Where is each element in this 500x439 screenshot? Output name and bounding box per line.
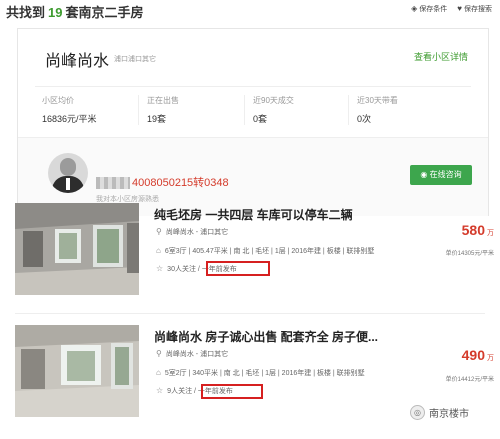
listing-unit-price: 单价14305元/平米 <box>445 251 494 257</box>
agent-name-blurred <box>96 177 130 189</box>
top-actions: ◈ 保存条件 ♥ 保存搜索 <box>411 4 492 14</box>
house-icon: ⌂ <box>156 246 161 255</box>
listing-details: 6室3厅 | 405.47平米 | 南 北 | 毛坯 | 1层 | 2016年建… <box>164 248 375 255</box>
listing-details: 5室2厅 | 340平米 | 南 北 | 毛坯 | 1层 | 2016年建 | … <box>164 370 365 377</box>
save-condition-button[interactable]: ◈ 保存条件 <box>411 4 447 14</box>
divider <box>35 86 471 87</box>
stat-deals-90d: 近90天成交 0套 <box>244 95 353 125</box>
stat-label: 近90天成交 <box>253 96 294 105</box>
watermark-text: 南京楼市 <box>429 409 469 420</box>
community-name[interactable]: 尚峰尚水 <box>45 47 109 71</box>
save-search-label: 保存搜索 <box>464 6 492 13</box>
stat-value: 0次 <box>357 114 372 124</box>
listing-district: 浦口其它 <box>200 351 229 358</box>
listing-district: 浦口其它 <box>200 229 229 236</box>
account-logo-icon: ◎ <box>410 405 425 420</box>
agent-phone: 4008050215转0348 <box>132 177 229 189</box>
location-pin-icon: ⚲ <box>156 227 162 236</box>
community-card: 尚峰尚水 浦口浦口其它 查看小区详情 小区均价 16836元/平米 正在出售 1… <box>17 28 489 216</box>
top-bar: 共找到 19 套南京二手房 ◈ 保存条件 ♥ 保存搜索 <box>0 0 500 24</box>
listing-title[interactable]: 纯毛坯房 一共四层 车库可以停车二辆 <box>154 206 353 223</box>
result-prefix: 共找到 <box>6 5 46 20</box>
star-icon: ☆ <box>156 386 164 395</box>
listing-community[interactable]: 尚峰尚水 <box>166 351 194 358</box>
listing-item[interactable]: 纯毛坯房 一共四层 车库可以停车二辆 ⚲ 尚峰尚水 - 浦口其它 ⌂ 6室3厅 | … <box>15 203 500 303</box>
save-condition-label: 保存条件 <box>419 6 448 13</box>
house-icon: ⌂ <box>156 368 161 377</box>
stat-label: 正在出售 <box>147 96 179 105</box>
star-icon: ☆ <box>156 264 164 273</box>
save-search-button[interactable]: ♥ 保存搜索 <box>457 4 492 14</box>
result-count: 19 <box>48 5 63 20</box>
community-detail-link[interactable]: 查看小区详情 <box>414 50 468 63</box>
stat-on-sale: 正在出售 19套 <box>138 95 247 125</box>
stat-avg-price: 小区均价 16836元/平米 <box>42 95 142 125</box>
divider <box>15 313 485 314</box>
price-unit: 万 <box>487 355 494 362</box>
watermark: ◎ 南京楼市 <box>410 405 469 420</box>
listing-followers: 30人关注 <box>167 266 196 273</box>
location-pin-icon: ⚲ <box>156 349 162 358</box>
listing-details-line: ⌂ 5室2厅 | 340平米 | 南 北 | 毛坯 | 1层 | 2016年建 |… <box>156 368 365 378</box>
result-suffix: 套南京二手房 <box>65 5 144 20</box>
listing-price: 490 万 <box>462 347 494 363</box>
pin-icon: ◈ <box>411 4 418 13</box>
listing-unit-price: 单价14412元/平米 <box>445 377 494 383</box>
listing-photo[interactable] <box>15 325 139 417</box>
heart-icon: ♥ <box>457 4 462 13</box>
online-consult-button[interactable]: ◉ 在线咨询 <box>410 165 472 185</box>
stat-label: 小区均价 <box>42 96 74 105</box>
listing-photo[interactable] <box>15 203 139 295</box>
listing-community[interactable]: 尚峰尚水 <box>166 229 194 236</box>
listing-community-line: ⚲ 尚峰尚水 - 浦口其它 <box>156 349 229 358</box>
highlight-box <box>206 261 270 276</box>
highlight-box <box>201 384 263 399</box>
price-value: 490 <box>461 347 485 363</box>
listing-followers: 9人关注 <box>167 388 193 395</box>
agent-avatar[interactable] <box>48 153 88 193</box>
price-unit: 万 <box>487 230 494 237</box>
stat-value: 16836元/平米 <box>42 114 97 124</box>
listing-details-line: ⌂ 6室3厅 | 405.47平米 | 南 北 | 毛坯 | 1层 | 2016年… <box>156 246 374 256</box>
listing-title[interactable]: 尚峰尚水 房子诚心出售 配套齐全 房子便... <box>154 328 378 345</box>
result-count-title: 共找到 19 套南京二手房 <box>6 2 144 21</box>
chat-icon: ◉ <box>420 170 428 179</box>
stat-value: 19套 <box>147 114 167 124</box>
stat-value: 0套 <box>253 114 268 124</box>
price-value: 580 <box>461 222 485 238</box>
consult-label: 在线咨询 <box>429 170 462 179</box>
stat-label: 近30天带看 <box>357 96 398 105</box>
stat-viewings-30d: 近30天带看 0次 <box>348 95 457 125</box>
listing-community-line: ⚲ 尚峰尚水 - 浦口其它 <box>156 227 229 236</box>
community-district: 浦口浦口其它 <box>114 56 156 63</box>
listing-price: 580 万 <box>462 222 494 238</box>
